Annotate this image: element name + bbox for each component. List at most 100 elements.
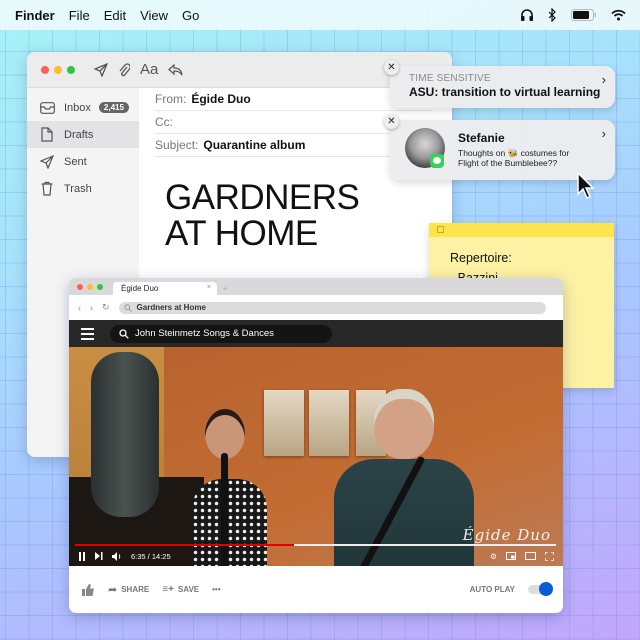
share-label: SHARE: [121, 585, 149, 594]
sidebar-item-trash[interactable]: Trash: [27, 175, 139, 202]
maximize-window-button[interactable]: [97, 284, 103, 290]
sidebar-item-label: Drafts: [64, 129, 93, 141]
search-icon: [124, 304, 132, 312]
reply-icon[interactable]: [168, 64, 183, 76]
video-frame-microphone: [91, 352, 159, 517]
sticky-close-button[interactable]: [437, 226, 444, 233]
notification-time-sensitive[interactable]: ✕ › TIME SENSITIVE ASU: transition to vi…: [390, 66, 615, 108]
sticky-heading: Repertoire:: [450, 250, 614, 267]
attachment-icon[interactable]: [118, 62, 130, 77]
autoplay-toggle-knob: [539, 582, 553, 596]
body-headline-line1: GARDNERS: [165, 180, 359, 216]
close-notification-button[interactable]: ✕: [384, 114, 399, 129]
mouse-pointer-icon: [576, 172, 596, 200]
forward-icon[interactable]: ›: [90, 303, 93, 313]
address-input[interactable]: Gardners at Home: [119, 302, 546, 314]
notification-title: ASU: transition to virtual learning: [409, 85, 615, 99]
menu-view[interactable]: View: [140, 8, 168, 23]
send-icon[interactable]: [94, 63, 108, 77]
sidebar-item-label: Sent: [64, 156, 87, 168]
message-preview: Thoughts on 🐝 costumes for Flight of the…: [458, 148, 598, 168]
video-controls: 6:35 / 14:25 ⚙: [78, 550, 554, 562]
messages-app-icon: [430, 154, 444, 168]
minimize-window-button[interactable]: [54, 66, 62, 74]
video-player[interactable]: Égide Duo 6:35 / 14:25 ⚙: [69, 347, 563, 566]
pause-icon[interactable]: [78, 552, 86, 561]
new-tab-button[interactable]: +: [223, 284, 228, 293]
sidebar-item-label: Inbox: [64, 102, 91, 114]
menu-app-finder[interactable]: Finder: [15, 8, 55, 23]
from-label: From:: [155, 92, 186, 106]
cc-label: Cc:: [155, 115, 173, 129]
menu-file[interactable]: File: [69, 8, 90, 23]
headphones-icon[interactable]: [520, 8, 534, 22]
address-bar-row: ‹ › ↻ Gardners at Home: [69, 295, 563, 320]
close-tab-icon[interactable]: ×: [207, 284, 211, 291]
autoplay-toggle[interactable]: [528, 585, 550, 594]
volume-icon[interactable]: [112, 552, 122, 561]
search-query: John Steinmetz Songs & Dances: [135, 328, 274, 339]
close-window-button[interactable]: [77, 284, 83, 290]
video-progress-bar[interactable]: [75, 544, 556, 546]
save-label: SAVE: [178, 585, 199, 594]
video-actions-bar: ➦SHARE ≡+SAVE ••• AUTO PLAY: [69, 566, 563, 613]
theater-mode-icon[interactable]: [525, 552, 536, 560]
video-progress-fill: [75, 544, 294, 546]
save-button[interactable]: ≡+ SAVE: [162, 584, 199, 595]
video-site-header: John Steinmetz Songs & Dances: [69, 320, 563, 347]
hamburger-menu-icon[interactable]: [81, 328, 94, 340]
minimize-window-button[interactable]: [87, 284, 93, 290]
subject-value: Quarantine album: [203, 138, 305, 152]
maximize-window-button[interactable]: [67, 66, 75, 74]
notification-message[interactable]: ✕ › Stefanie Thoughts on 🐝 costumes for …: [390, 120, 615, 180]
browser-tab[interactable]: Égide Duo ×: [113, 282, 217, 295]
menu-edit[interactable]: Edit: [104, 8, 126, 23]
sidebar-item-sent[interactable]: Sent: [27, 148, 139, 175]
menu-go[interactable]: Go: [182, 8, 199, 23]
video-frame-performer: [324, 389, 474, 566]
close-notification-button[interactable]: ✕: [384, 60, 399, 75]
address-text: Gardners at Home: [137, 303, 206, 312]
fullscreen-icon[interactable]: [545, 552, 554, 561]
like-thumbs-up-icon[interactable]: [82, 584, 95, 596]
battery-icon[interactable]: [571, 9, 597, 21]
chevron-right-icon[interactable]: ›: [602, 72, 606, 87]
video-frame-performer: [177, 409, 287, 566]
close-window-button[interactable]: [41, 66, 49, 74]
menu-bar: Finder File Edit View Go: [0, 0, 640, 30]
chevron-right-icon[interactable]: ›: [602, 126, 606, 141]
sidebar-item-drafts[interactable]: Drafts: [27, 121, 139, 148]
more-options-button[interactable]: •••: [212, 585, 220, 594]
back-icon[interactable]: ‹: [78, 303, 81, 313]
share-icon: ➦: [108, 583, 117, 596]
miniplayer-icon[interactable]: [506, 552, 516, 560]
wifi-icon[interactable]: [611, 9, 626, 21]
time-display: 6:35 / 14:25: [131, 552, 171, 561]
from-value: Égide Duo: [191, 92, 250, 106]
bluetooth-icon[interactable]: [548, 8, 557, 22]
reload-icon[interactable]: ↻: [102, 302, 110, 313]
format-icon[interactable]: Aa: [140, 61, 158, 78]
message-line: Thoughts on 🐝 costumes for: [458, 148, 598, 158]
sidebar-item-inbox[interactable]: Inbox 2,415: [27, 94, 139, 121]
tab-bar: Égide Duo × +: [69, 278, 563, 295]
tab-title: Égide Duo: [121, 284, 158, 293]
add-to-playlist-icon: ≡+: [162, 584, 174, 595]
sent-icon: [40, 155, 54, 169]
inbox-count-badge: 2,415: [99, 102, 129, 113]
share-button[interactable]: ➦ SHARE: [108, 583, 149, 596]
trash-icon: [41, 181, 53, 196]
sidebar-item-label: Trash: [64, 183, 92, 195]
sender-name: Stefanie: [458, 131, 505, 145]
sticky-title-bar[interactable]: [429, 223, 614, 237]
next-icon[interactable]: [95, 552, 103, 560]
inbox-icon: [40, 102, 55, 114]
draft-icon: [41, 127, 53, 142]
settings-gear-icon[interactable]: ⚙: [490, 552, 497, 561]
message-line: Flight of the Bumblebee??: [458, 158, 598, 168]
video-search-input[interactable]: John Steinmetz Songs & Dances: [110, 325, 332, 343]
message-body[interactable]: GARDNERS AT HOME: [165, 180, 359, 252]
body-headline-line2: AT HOME: [165, 216, 359, 252]
video-watermark: Égide Duo: [463, 526, 551, 544]
subject-label: Subject:: [155, 138, 198, 152]
